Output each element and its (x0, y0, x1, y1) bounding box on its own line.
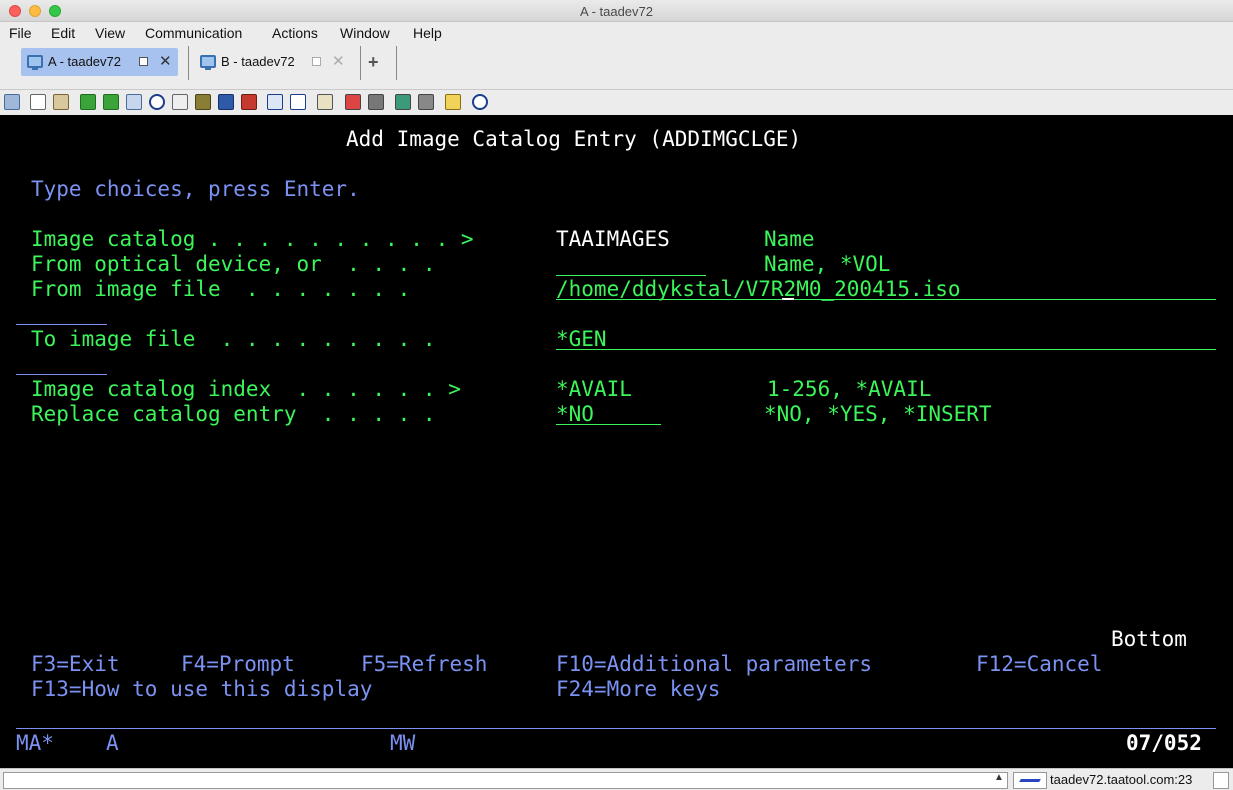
paste-icon[interactable] (30, 94, 46, 110)
fkey-f3[interactable]: F3=Exit (31, 652, 120, 677)
session-tab-bar: A - taadev72 ✕ B - taadev72 ✕ + (0, 44, 1233, 90)
optical-device-hint: Name, *VOL (764, 252, 891, 276)
detach-tab-icon[interactable] (312, 57, 321, 66)
oia-separator (16, 728, 1216, 729)
menu-bar: File Edit View Communication Actions Win… (0, 22, 1233, 44)
oia-mode: MW (390, 731, 416, 755)
cursor-position: 07/052 (1126, 731, 1202, 755)
bottom-indicator: Bottom (1111, 627, 1187, 651)
fkey-f4[interactable]: F4=Prompt (181, 652, 295, 677)
tab-session-b[interactable]: B - taadev72 ✕ (194, 48, 354, 76)
tab-separator (396, 46, 397, 80)
receive-file-icon[interactable] (103, 94, 119, 110)
status-message-field (3, 772, 1008, 789)
fkey-f5[interactable]: F5=Refresh (361, 652, 487, 677)
catalog-index-hint: 1-256, *AVAIL (767, 377, 932, 401)
screen-title: Add Image Catalog Entry (ADDIMGCLGE) (346, 127, 802, 151)
terminal-screen[interactable]: Add Image Catalog Entry (ADDIMGCLGE) Typ… (0, 115, 1233, 768)
close-tab-icon[interactable]: ✕ (332, 52, 345, 70)
settings-icon[interactable] (218, 94, 234, 110)
connect-icon[interactable] (345, 94, 361, 110)
notes-icon[interactable] (445, 94, 461, 110)
tab-label: A - taadev72 (48, 54, 121, 69)
optical-device-label: From optical device, or . . . . (31, 252, 436, 276)
oia-session-id: A (106, 731, 119, 755)
send-file-icon[interactable] (80, 94, 96, 110)
macro-icon[interactable] (195, 94, 211, 110)
menu-edit[interactable]: Edit (51, 25, 75, 41)
continuation-marker (16, 324, 107, 325)
image-catalog-label: Image catalog . . . . . . . . . . > (31, 227, 474, 251)
fkey-f24[interactable]: F24=More keys (556, 677, 720, 702)
optical-device-field-underline (556, 275, 706, 276)
add-tab-button[interactable]: + (368, 52, 379, 73)
fkey-f12[interactable]: F12=Cancel (976, 652, 1102, 677)
catalog-index-input[interactable]: *AVAIL (556, 377, 632, 402)
host-address: taadev72.taatool.com:23 (1050, 772, 1193, 787)
connection-status-icon (1013, 772, 1047, 789)
to-image-file-field-underline (556, 349, 1216, 350)
window-title-bar: A - taadev72 (0, 0, 1233, 22)
text-cursor (782, 298, 794, 300)
menu-file[interactable]: File (9, 25, 32, 41)
disconnect-icon[interactable] (368, 94, 384, 110)
copy-icon[interactable] (4, 94, 20, 110)
tab-session-a[interactable]: A - taadev72 ✕ (21, 48, 178, 76)
grid-icon[interactable] (290, 94, 306, 110)
menu-communication[interactable]: Communication (145, 25, 242, 41)
compass-icon[interactable] (149, 94, 165, 110)
continuation-marker (16, 374, 107, 375)
from-image-file-field-underline (556, 299, 1216, 300)
fkey-f13[interactable]: F13=How to use this display (31, 677, 372, 702)
from-image-file-label: From image file . . . . . . . (31, 277, 411, 301)
close-tab-icon[interactable]: ✕ (159, 52, 172, 70)
tab-separator (360, 46, 361, 80)
oia-message-indicator: MA* (16, 731, 54, 755)
fkey-f10[interactable]: F10=Additional parameters (556, 652, 872, 677)
keyboard-icon[interactable] (267, 94, 283, 110)
record-icon[interactable] (241, 94, 257, 110)
help-icon[interactable] (472, 94, 488, 110)
clipboard-icon[interactable] (53, 94, 69, 110)
tab-label: B - taadev72 (221, 54, 295, 69)
detach-tab-icon[interactable] (139, 57, 148, 66)
session-options-icon[interactable] (1213, 772, 1229, 789)
menu-window[interactable]: Window (340, 25, 390, 41)
image-catalog-hint: Name (764, 227, 815, 251)
play-icon[interactable] (395, 94, 411, 110)
list-icon[interactable] (172, 94, 188, 110)
print-icon[interactable] (126, 94, 142, 110)
scroll-up-icon[interactable]: ▲ (994, 772, 1004, 783)
menu-view[interactable]: View (95, 25, 125, 41)
window-title: A - taadev72 (580, 4, 653, 19)
stop-icon[interactable] (418, 94, 434, 110)
toolbar (0, 90, 1233, 115)
to-image-file-label: To image file . . . . . . . . . (31, 327, 436, 351)
monitor-icon (200, 55, 216, 70)
replace-entry-label: Replace catalog entry . . . . . (31, 402, 436, 426)
replace-entry-hint: *NO, *YES, *INSERT (764, 402, 992, 426)
tools-icon[interactable] (317, 94, 333, 110)
screen-instruction: Type choices, press Enter. (31, 177, 360, 201)
catalog-index-label: Image catalog index . . . . . . > (31, 377, 461, 401)
monitor-icon (27, 55, 43, 70)
tab-separator (188, 46, 189, 80)
status-bar: ▲ taadev72.taatool.com:23 (0, 768, 1233, 790)
menu-help[interactable]: Help (413, 25, 442, 41)
image-catalog-input[interactable]: TAAIMAGES (556, 227, 670, 252)
replace-entry-field-underline (556, 424, 661, 425)
menu-actions[interactable]: Actions (272, 25, 318, 41)
